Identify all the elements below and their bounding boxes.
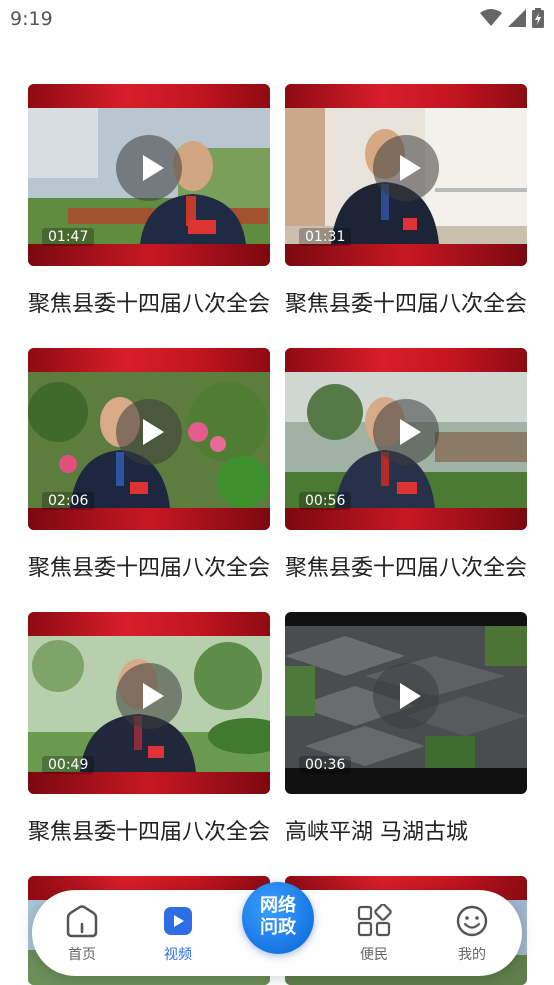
video-duration: 01:31 — [299, 228, 352, 246]
play-icon — [400, 155, 421, 181]
video-play-icon — [164, 907, 192, 935]
smiley-icon — [456, 905, 488, 937]
play-button[interactable] — [116, 399, 182, 465]
video-title[interactable]: 聚焦县委十四届八次全会 — [28, 286, 270, 318]
thumbnail-banner — [28, 244, 270, 266]
video-duration: 00:49 — [42, 756, 95, 774]
thumbnail-banner — [28, 348, 270, 372]
play-icon — [400, 419, 421, 445]
thumbnail-banner — [28, 84, 270, 108]
tab-home[interactable]: 首页 — [46, 904, 118, 964]
video-title[interactable]: 聚焦县委十四届八次全会 — [285, 286, 527, 318]
thumbnail-banner — [28, 508, 270, 530]
video-thumbnail[interactable]: 01:47 — [28, 84, 270, 266]
video-duration: 02:06 — [42, 492, 95, 510]
video-duration: 00:36 — [299, 756, 352, 774]
play-icon — [400, 683, 421, 709]
play-icon — [143, 683, 164, 709]
tab-video[interactable]: 视频 — [142, 904, 214, 964]
video-thumbnail[interactable]: 00:36 — [285, 612, 527, 794]
thumbnail-banner — [285, 244, 527, 266]
tab-home-label: 首页 — [68, 947, 96, 963]
video-card[interactable]: 00:49 聚焦县委十四届八次全会 — [28, 612, 270, 846]
home-icon — [66, 905, 98, 938]
play-button[interactable] — [373, 663, 439, 729]
video-thumbnail[interactable]: 02:06 — [28, 348, 270, 530]
video-card[interactable]: 00:56 聚焦县委十四届八次全会 — [285, 348, 527, 582]
play-button[interactable] — [373, 135, 439, 201]
thumbnail-banner — [285, 348, 527, 372]
video-thumbnail[interactable]: 01:31 — [285, 84, 527, 266]
video-duration: 01:47 — [42, 228, 95, 246]
online-inquiry-button[interactable]: 网络 问政 — [242, 882, 314, 954]
video-card[interactable]: 02:06 聚焦县委十四届八次全会 — [28, 348, 270, 582]
video-duration: 00:56 — [299, 492, 352, 510]
play-icon — [143, 155, 164, 181]
video-title[interactable]: 聚焦县委十四届八次全会 — [28, 814, 270, 846]
center-button-line2: 问政 — [260, 917, 296, 938]
thumbnail-banner — [285, 84, 527, 108]
video-title[interactable]: 高峡平湖 马湖古城 — [285, 814, 527, 846]
video-card[interactable]: 01:31 聚焦县委十四届八次全会 — [285, 84, 527, 318]
tab-services-label: 便民 — [360, 947, 388, 963]
play-button[interactable] — [116, 663, 182, 729]
video-card[interactable]: 01:47 聚焦县委十四届八次全会 — [28, 84, 270, 318]
video-title[interactable]: 聚焦县委十四届八次全会 — [285, 550, 527, 582]
video-thumbnail[interactable]: 00:56 — [285, 348, 527, 530]
tab-mine-label: 我的 — [458, 947, 486, 963]
play-button[interactable] — [373, 399, 439, 465]
center-button-line1: 网络 — [260, 895, 296, 916]
thumbnail-banner — [28, 772, 270, 794]
video-card[interactable]: 00:36 高峡平湖 马湖古城 — [285, 612, 527, 846]
grid-icon — [357, 904, 392, 937]
video-title[interactable]: 聚焦县委十四届八次全会 — [28, 550, 270, 582]
thumbnail-banner — [285, 508, 527, 530]
bottom-tab-bar: 首页 视频 网络 问政 便民 我的 — [32, 882, 522, 976]
video-thumbnail[interactable]: 00:49 — [28, 612, 270, 794]
play-button[interactable] — [116, 135, 182, 201]
tab-video-label: 视频 — [164, 947, 192, 963]
video-grid: 01:47 聚焦县委十四届八次全会 01:31 聚焦县委十四届八次全会 02:0… — [0, 0, 554, 985]
tab-mine[interactable]: 我的 — [436, 904, 508, 964]
thumbnail-banner — [28, 612, 270, 636]
tab-services[interactable]: 便民 — [338, 904, 410, 964]
play-icon — [143, 419, 164, 445]
